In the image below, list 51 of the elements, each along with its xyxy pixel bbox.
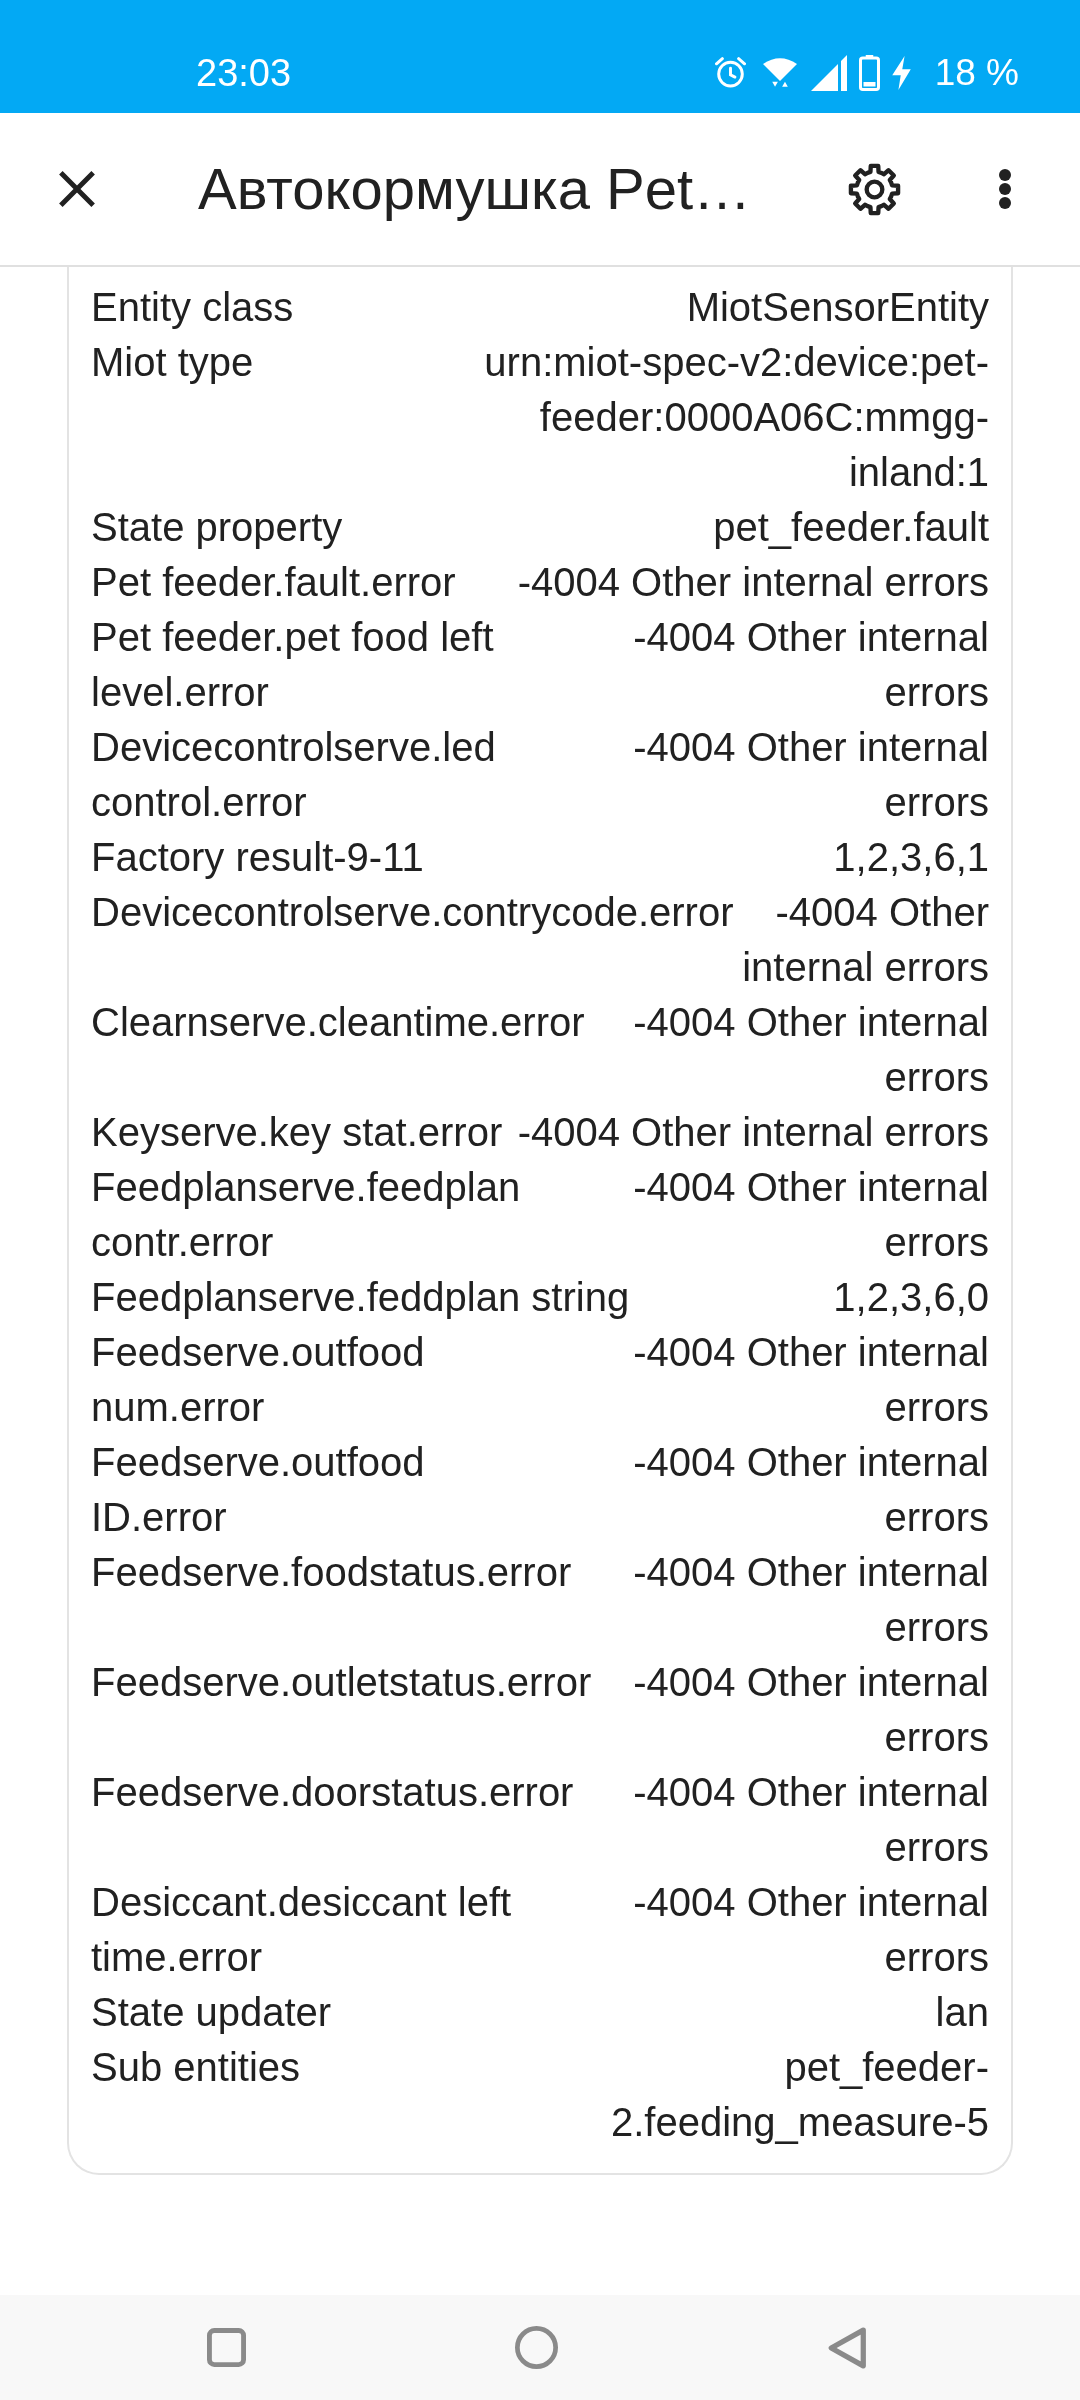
attribute-value: -4004 Other internal errors: [632, 724, 989, 826]
attribute-name: Feedserve.foodstatus.error: [91, 1549, 572, 1596]
attribute-value: -4004 Other internal errors: [632, 1164, 989, 1266]
attribute-value: 1,2,3,6,1: [833, 834, 989, 881]
attribute-name: Feedplanserve.feedplan contr.error: [91, 1164, 522, 1266]
attribute-name: Entity class: [91, 284, 294, 331]
battery-icon: [858, 54, 880, 91]
attribute-name: Sub entities: [91, 2044, 301, 2091]
attribute-name: Feedplanserve.feddplan string: [91, 1274, 630, 1321]
attribute-name: Keyserve.key stat.error: [91, 1109, 503, 1156]
attribute-value: -4004 Other internal errors: [632, 614, 989, 716]
wifi-icon: [762, 57, 797, 88]
attribute-name: Pet feeder.fault.error: [91, 559, 456, 606]
attribute-name: State updater: [91, 1989, 332, 2036]
alarm-clock-icon: [714, 56, 746, 89]
attribute-name: Pet feeder.pet food left level.error: [91, 614, 495, 716]
attribute-value: MiotSensorEntity: [686, 284, 989, 331]
attribute-value: -4004 Other internal errors: [632, 999, 989, 1101]
attribute-value: -4004 Other internal errors: [632, 1659, 989, 1761]
attribute-name: Miot type: [91, 339, 254, 386]
attribute-value: lan: [935, 1989, 989, 2036]
status-time: 23:03: [196, 53, 292, 92]
recents-icon[interactable]: [207, 2328, 246, 2367]
attribute-value: pet_feeder-2.feeding_measure-5: [609, 2044, 989, 2146]
attribute-name: Desiccant.desiccant left time.error: [91, 1879, 513, 1981]
attribute-name: Feedserve.outfood num.error: [91, 1329, 426, 1431]
attribute-name: Clearnserve.cleantime.error: [91, 999, 585, 1046]
attribute-name: Feedserve.doorstatus.error: [91, 1769, 574, 1816]
attribute-value: -4004 Other internal errors: [632, 1769, 989, 1871]
charging-bolt-icon: [891, 55, 911, 90]
attribute-name: Devicecontrolserve.led control.error: [91, 724, 497, 826]
attribute-value: -4004 Other internal errors: [632, 1439, 989, 1541]
attribute-name: Devicecontrolserve.contrycode.error: [91, 889, 734, 936]
cell-signal-icon: [809, 54, 848, 91]
close-icon[interactable]: [58, 170, 96, 208]
attribute-value: -4004 Other internal errors: [632, 1329, 989, 1431]
attribute-value: -4004 Other internal errors: [741, 889, 989, 991]
attribute-name: State property: [91, 504, 343, 551]
attribute-name: Feedserve.outletstatus.error: [91, 1659, 592, 1706]
back-icon[interactable]: [828, 2326, 866, 2369]
home-icon[interactable]: [515, 2326, 558, 2369]
attribute-name: Feedserve.outfood ID.error: [91, 1439, 426, 1541]
more-options-icon[interactable]: [999, 169, 1011, 209]
battery-percent: 18 %: [934, 54, 1019, 91]
settings-icon[interactable]: [848, 162, 901, 216]
attribute-value: -4004 Other internal errors: [517, 559, 989, 606]
attribute-value: -4004 Other internal errors: [517, 1109, 989, 1156]
attribute-value: pet_feeder.fault: [713, 504, 989, 551]
attribute-value: 1,2,3,6,0: [833, 1274, 989, 1321]
attribute-value: -4004 Other internal errors: [632, 1549, 989, 1651]
attribute-name: Factory result-9-11: [91, 834, 424, 881]
